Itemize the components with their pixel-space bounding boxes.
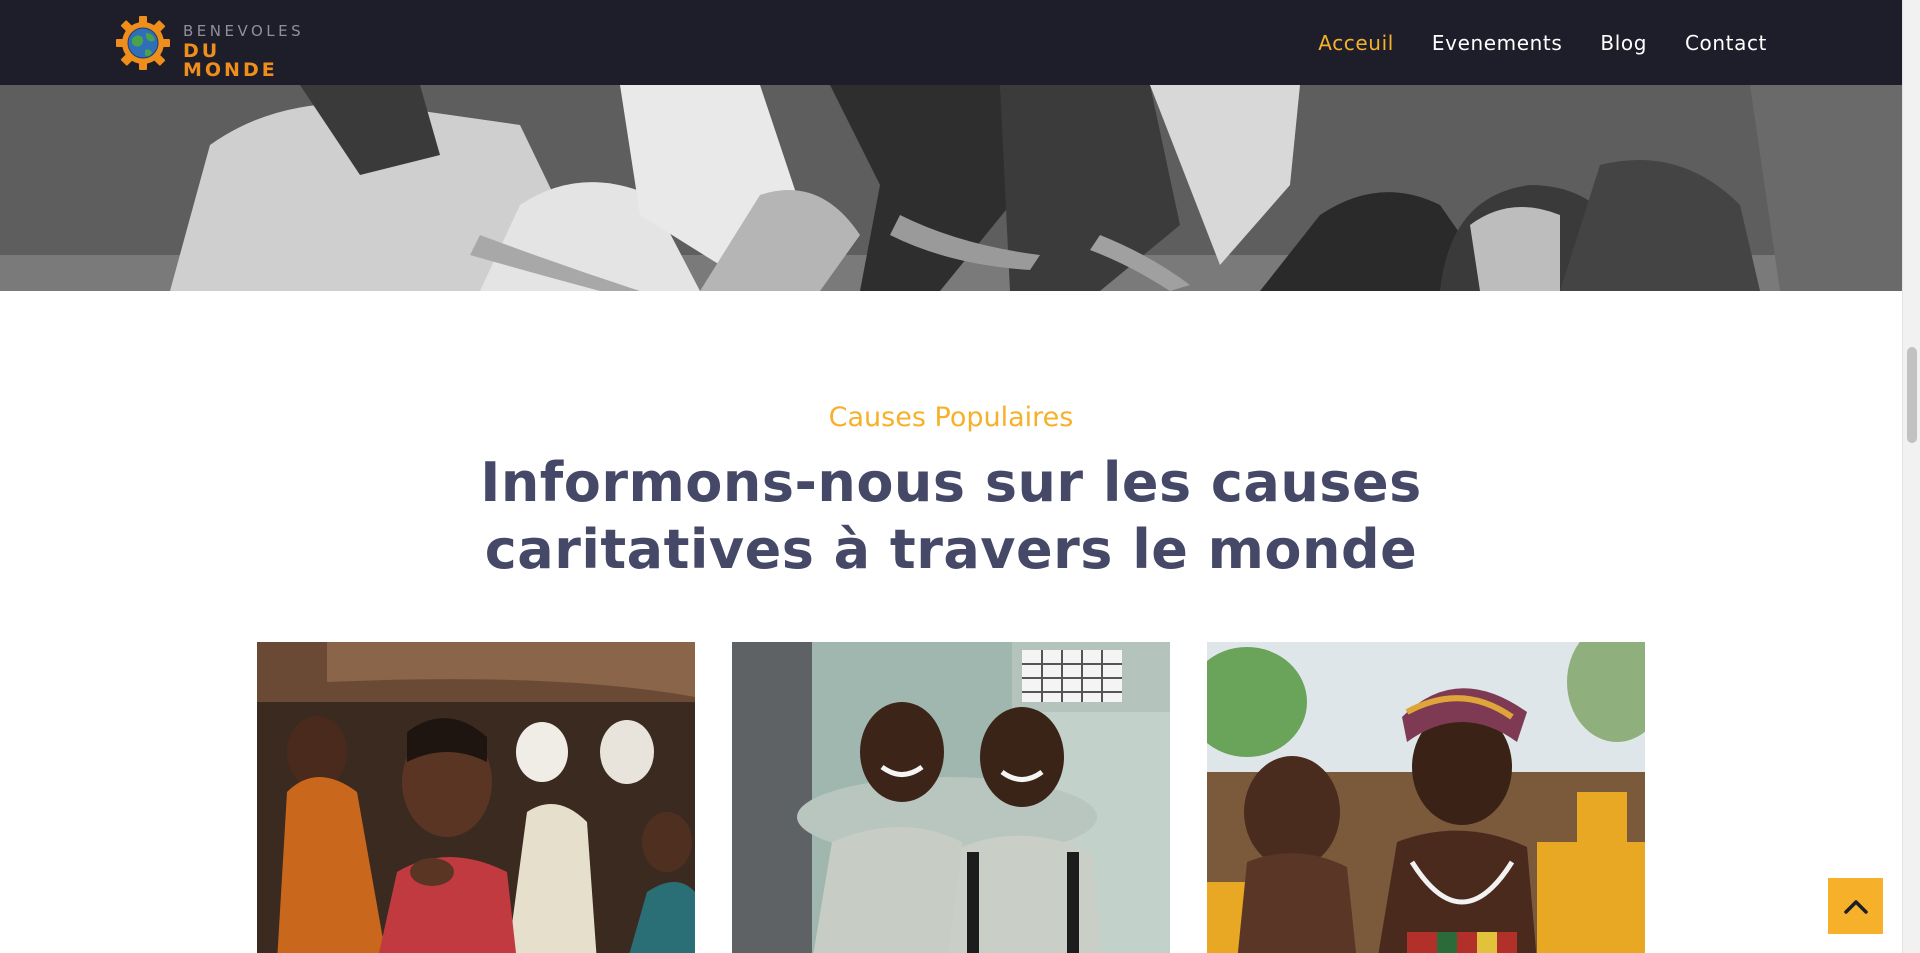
chevron-up-icon [1843, 900, 1868, 914]
top-navbar: BENEVOLES DU MONDE Acceuil Evenements Bl… [0, 0, 1902, 85]
cause-card-image-3[interactable] [1207, 642, 1645, 953]
page-scrollbar[interactable] [1902, 0, 1920, 953]
section-headline: Informons-nous sur les causes caritative… [451, 449, 1451, 583]
cause-photo-1 [257, 642, 695, 953]
section-eyebrow: Causes Populaires [828, 402, 1074, 433]
nav-link-acceuil[interactable]: Acceuil [1318, 31, 1394, 55]
popular-causes-section: Causes Populaires Informons-nous sur les… [0, 291, 1902, 953]
cause-card-image-2[interactable] [732, 642, 1170, 953]
cause-photo-2 [732, 642, 1170, 953]
site-logo[interactable]: BENEVOLES DU MONDE [115, 15, 315, 80]
hero-image [0, 85, 1902, 291]
main-nav: Acceuil Evenements Blog Contact [1318, 0, 1767, 85]
nav-link-blog[interactable]: Blog [1600, 31, 1647, 55]
hero-photo-illustration [0, 85, 1902, 291]
nav-link-contact[interactable]: Contact [1685, 31, 1767, 55]
gear-globe-icon [116, 16, 170, 70]
cause-card-image-1[interactable] [257, 642, 695, 953]
logo-line-1: BENEVOLES [183, 22, 305, 40]
scrollbar-thumb[interactable] [1907, 347, 1917, 443]
back-to-top-button[interactable] [1828, 878, 1883, 934]
cause-photo-3 [1207, 642, 1645, 953]
logo-line-2: DU MONDE [183, 40, 278, 81]
headline-line-1: Informons-nous sur les causes [480, 451, 1422, 514]
nav-link-evenements[interactable]: Evenements [1432, 31, 1562, 55]
headline-line-2: caritatives à travers le monde [484, 518, 1418, 581]
